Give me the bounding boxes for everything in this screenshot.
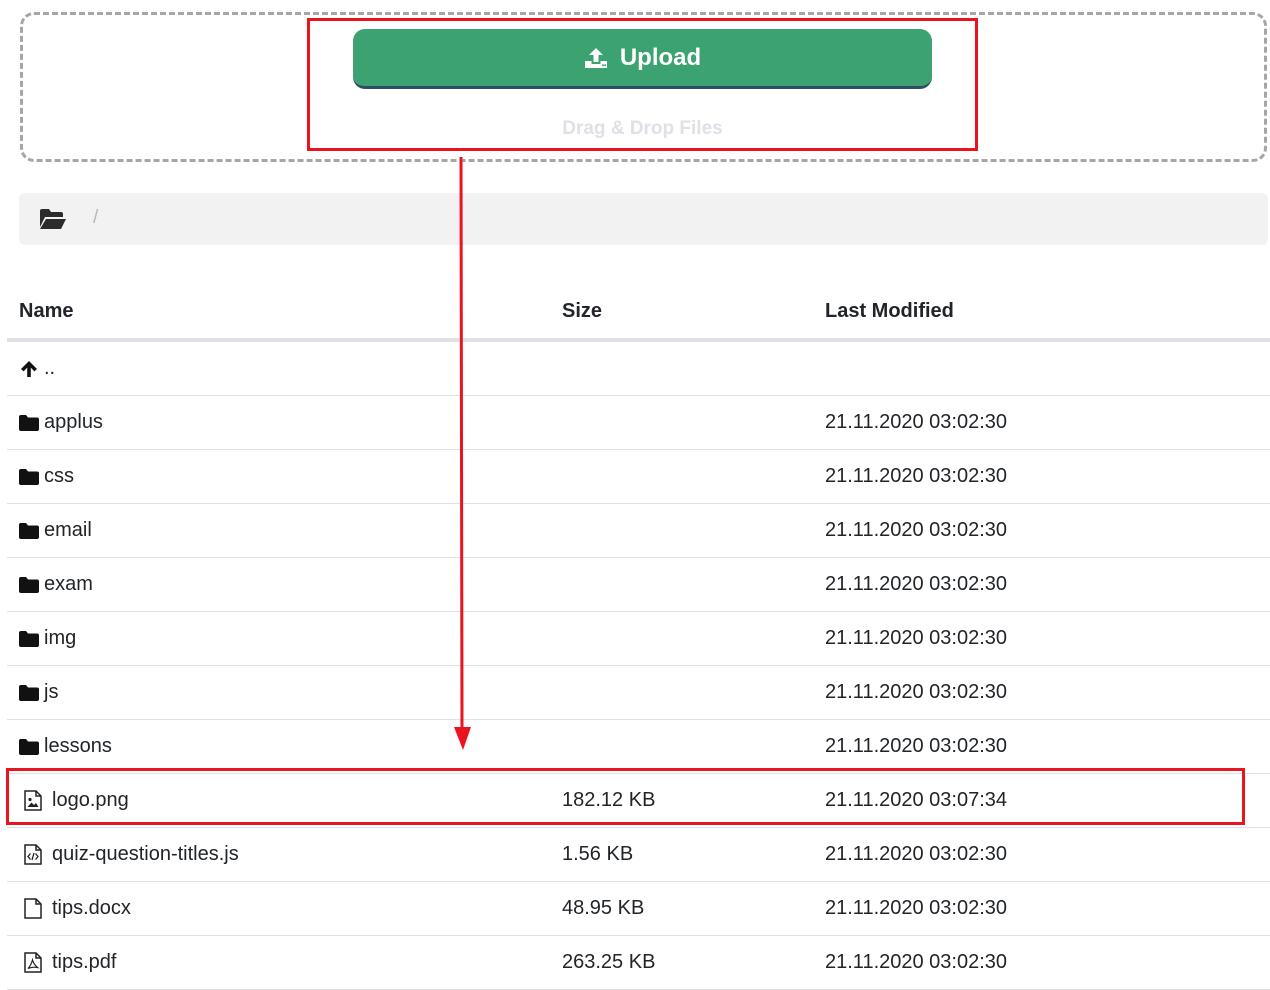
table-row[interactable]: applus 21.11.2020 03:02:30 (7, 395, 1270, 450)
table-row[interactable]: css 21.11.2020 03:02:30 (7, 449, 1270, 504)
file-table: Name Size Last Modified .. applus 21.11.… (7, 284, 1270, 990)
file-size: 263.25 KB (562, 935, 825, 990)
upload-button[interactable]: Upload (353, 29, 932, 89)
file-name-link[interactable]: exam (44, 573, 93, 596)
file-modified: 21.11.2020 03:02:30 (825, 503, 1270, 558)
file-modified: 21.11.2020 03:02:30 (825, 611, 1270, 666)
pdf-file-icon (22, 952, 44, 973)
table-header-row: Name Size Last Modified (7, 284, 1270, 342)
folder-icon (19, 414, 39, 431)
file-size (562, 665, 825, 720)
file-size (562, 719, 825, 774)
file-modified: 21.11.2020 03:07:34 (825, 773, 1270, 828)
upload-icon (584, 47, 608, 69)
file-modified: 21.11.2020 03:02:30 (825, 557, 1270, 612)
table-row[interactable]: tips.pdf 263.25 KB 21.11.2020 03:02:30 (7, 935, 1270, 990)
folder-icon (19, 630, 39, 647)
file-size: 48.95 KB (562, 881, 825, 936)
breadcrumb: / (19, 193, 1268, 245)
file-size (562, 395, 825, 450)
table-row[interactable]: email 21.11.2020 03:02:30 (7, 503, 1270, 558)
table-row[interactable]: lessons 21.11.2020 03:02:30 (7, 719, 1270, 774)
folder-icon (19, 522, 39, 539)
parent-directory-row[interactable]: .. (7, 340, 1270, 396)
folder-icon (19, 684, 39, 701)
parent-directory-link[interactable]: .. (44, 357, 55, 380)
file-name-link[interactable]: quiz-question-titles.js (52, 843, 239, 866)
table-row[interactable]: logo.png 182.12 KB 21.11.2020 03:07:34 (7, 773, 1270, 828)
file-name-link[interactable]: tips.pdf (52, 951, 116, 974)
table-row[interactable]: js 21.11.2020 03:02:30 (7, 665, 1270, 720)
arrow-up-icon (19, 360, 39, 378)
table-row[interactable]: img 21.11.2020 03:02:30 (7, 611, 1270, 666)
file-size: 1.56 KB (562, 827, 825, 882)
image-file-icon (22, 790, 44, 811)
folder-icon (19, 738, 39, 755)
file-name-link[interactable]: logo.png (52, 789, 129, 812)
column-header-modified[interactable]: Last Modified (825, 284, 1270, 342)
drop-hint: Drag & Drop Files (562, 118, 723, 139)
file-modified: 21.11.2020 03:02:30 (825, 719, 1270, 774)
file-modified: 21.11.2020 03:02:30 (825, 665, 1270, 720)
file-modified: 21.11.2020 03:02:30 (825, 827, 1270, 882)
folder-icon (19, 468, 39, 485)
column-header-size[interactable]: Size (562, 284, 825, 342)
file-modified: 21.11.2020 03:02:30 (825, 395, 1270, 450)
file-name-link[interactable]: tips.docx (52, 897, 131, 920)
table-row[interactable]: tips.docx 48.95 KB 21.11.2020 03:02:30 (7, 881, 1270, 936)
folder-open-icon[interactable] (39, 208, 67, 235)
file-name-link[interactable]: lessons (44, 735, 112, 758)
file-name-link[interactable]: email (44, 519, 92, 542)
file-name-link[interactable]: applus (44, 411, 103, 434)
file-modified: 21.11.2020 03:02:30 (825, 935, 1270, 990)
file-name-link[interactable]: css (44, 465, 74, 488)
file-size (562, 503, 825, 558)
file-icon (22, 898, 44, 919)
file-size: 182.12 KB (562, 773, 825, 828)
file-modified: 21.11.2020 03:02:30 (825, 449, 1270, 504)
table-row[interactable]: quiz-question-titles.js 1.56 KB 21.11.20… (7, 827, 1270, 882)
breadcrumb-separator: / (93, 207, 99, 228)
upload-button-label: Upload (619, 43, 702, 71)
file-size (562, 557, 825, 612)
file-size (562, 611, 825, 666)
table-row[interactable]: exam 21.11.2020 03:02:30 (7, 557, 1270, 612)
file-modified: 21.11.2020 03:02:30 (825, 881, 1270, 936)
code-file-icon (22, 844, 44, 865)
file-name-link[interactable]: img (44, 627, 76, 650)
file-size (562, 449, 825, 504)
folder-icon (19, 576, 39, 593)
file-name-link[interactable]: js (44, 681, 58, 704)
column-header-name[interactable]: Name (7, 284, 562, 342)
